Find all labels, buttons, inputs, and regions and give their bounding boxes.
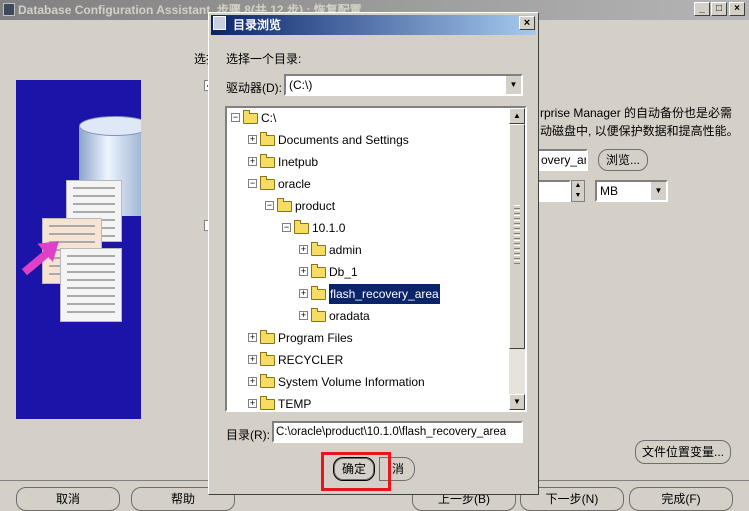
tree-item[interactable]: + Program Files [227,328,509,348]
description-line-2: 动磁盘中, 以便保护数据和提高性能。 [540,124,739,138]
tree-item-label: product [295,199,336,213]
database-cylinder-top [79,116,141,136]
drive-label: 驱动器(D): [226,81,282,95]
folder-icon [260,352,275,366]
folder-icon [243,110,258,124]
finish-button[interactable]: 完成(F) [629,487,733,511]
tree-item-label: C:\ [261,111,277,125]
directory-label: 目录(R): [226,428,270,442]
dialog-app-icon [213,16,226,30]
tree-item-label: oracle [278,177,311,191]
folder-icon [311,286,326,300]
scroll-down-icon[interactable]: ▼ [509,394,525,410]
expand-icon[interactable]: + [299,311,308,320]
scroll-thumb[interactable] [509,124,525,349]
directory-path-input[interactable]: C:\oracle\product\10.1.0\flash_recovery_… [272,421,523,443]
close-icon[interactable]: × [729,2,745,16]
tree-item-label: TEMP [278,397,312,410]
description-line-1: rprise Manager 的自动备份也是必需 [540,106,733,120]
directory-tree[interactable]: − C:\ + Documents and Settings + Inetpub − orac… [227,108,509,410]
folder-icon [311,308,326,322]
folder-icon [294,220,309,234]
folder-icon [260,132,275,146]
drive-select-value: (C:\) [289,78,313,92]
dialog-cancel-label: 消 [391,462,404,476]
recovery-area-input[interactable]: overy_area [537,149,588,171]
scroll-up-icon[interactable]: ▲ [509,108,525,124]
tree-item[interactable]: + Documents and Settings [227,130,509,150]
expand-icon[interactable]: + [299,289,308,298]
wizard-illustration [16,80,141,419]
tree-item[interactable]: + Inetpub [227,152,509,172]
ok-button-highlight [321,452,391,491]
tree-item[interactable]: + oradata [227,306,509,326]
tree-item[interactable]: − product [227,196,509,216]
collapse-icon[interactable]: − [231,113,240,122]
size-unit-value: MB [600,184,618,198]
expand-icon[interactable]: + [248,377,257,386]
tree-item[interactable]: + RECYCLER [227,350,509,370]
tree-item-label: System Volume Information [278,375,425,389]
minimize-icon[interactable]: _ [694,2,710,16]
tree-item[interactable]: − 10.1.0 [227,218,509,238]
tree-item[interactable]: + admin [227,240,509,260]
tree-item[interactable]: + System Volume Information [227,372,509,392]
folder-icon [260,176,275,190]
folder-icon [260,396,275,410]
document-icon [60,248,122,322]
file-location-variables-button[interactable]: 文件位置变量... [635,440,731,464]
expand-icon[interactable]: + [299,267,308,276]
size-spinner[interactable]: ▲ ▼ [571,180,585,202]
tree-item[interactable]: + flash_recovery_area [227,283,509,305]
tree-item-label: flash_recovery_area [328,283,441,305]
dialog-close-icon[interactable]: × [519,16,535,30]
tree-item[interactable]: + TEMP [227,394,509,410]
cancel-button[interactable]: 取消 [16,487,120,511]
collapse-icon[interactable]: − [282,223,291,232]
size-input[interactable] [537,180,571,202]
tree-item-label: admin [329,243,362,257]
tree-item-label: RECYCLER [278,353,344,367]
choose-directory-prompt: 选择一个目录: [226,52,302,66]
expand-icon[interactable]: + [299,245,308,254]
chevron-down-icon[interactable]: ▼ [650,182,666,200]
collapse-icon[interactable]: − [248,179,257,188]
tree-item-label: Db_1 [329,265,358,279]
tree-item[interactable]: + Db_1 [227,262,509,282]
size-unit-select[interactable]: MB ▼ [595,180,668,202]
tree-item[interactable]: − oracle [227,174,509,194]
expand-icon[interactable]: + [248,135,257,144]
chevron-down-icon[interactable]: ▼ [505,76,521,94]
tree-item-label: Program Files [278,331,353,345]
tree-item-label: Documents and Settings [278,133,409,147]
folder-icon [277,198,292,212]
dialog-title: 目录浏览 [211,15,536,35]
expand-icon[interactable]: + [248,157,257,166]
folder-icon [311,242,326,256]
expand-icon[interactable]: + [248,399,257,408]
tree-item-label: Inetpub [278,155,319,169]
maximize-icon[interactable]: □ [711,2,727,16]
folder-icon [260,374,275,388]
tree-item-label: 10.1.0 [312,221,346,235]
tree-item[interactable]: − C:\ [227,108,509,128]
browse-button[interactable]: 浏览... [598,149,648,171]
tree-item-label: oradata [329,309,370,323]
folder-icon [260,330,275,344]
expand-icon[interactable]: + [248,333,257,342]
drive-select[interactable]: (C:\) ▼ [284,74,523,96]
expand-icon[interactable]: + [248,355,257,364]
collapse-icon[interactable]: − [265,201,274,210]
folder-icon [260,154,275,168]
app-icon [3,3,15,16]
folder-icon [311,264,326,278]
tree-vertical-scrollbar[interactable]: ▲ ▼ [509,108,525,410]
